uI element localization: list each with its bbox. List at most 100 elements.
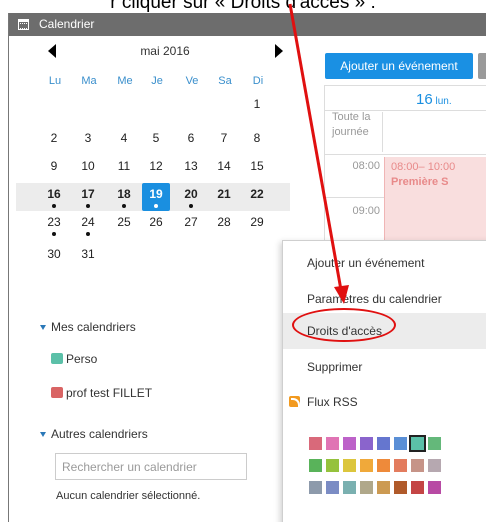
color-swatch[interactable] xyxy=(377,459,390,472)
calendar-day[interactable]: 14 xyxy=(210,155,238,183)
other-calendars-header[interactable]: Autres calendriers xyxy=(40,427,148,441)
day-number: 26 xyxy=(149,215,163,229)
day-number: 25 xyxy=(117,215,131,229)
next-month-icon[interactable] xyxy=(275,44,283,58)
calendar-context-menu: Ajouter un événement Paramètres du calen… xyxy=(282,240,486,522)
calendar-day[interactable]: 10 xyxy=(74,155,102,183)
calendar-day[interactable]: 5 xyxy=(142,127,170,155)
weekday-label: Ma xyxy=(81,75,97,87)
calendar-day[interactable]: 26 xyxy=(142,211,170,239)
calendar-day[interactable]: 18 xyxy=(110,183,138,211)
color-swatch[interactable] xyxy=(428,437,441,450)
day-number: 4 xyxy=(120,131,128,145)
calendar-day[interactable]: 31 xyxy=(74,243,102,271)
weekday-label: Me xyxy=(117,75,133,87)
color-swatch[interactable] xyxy=(326,459,339,472)
hour-label: 08:00 xyxy=(352,160,380,172)
color-swatch[interactable] xyxy=(360,437,373,450)
calendar-week-row: 9 10 11 12 13 14 15 xyxy=(16,155,290,183)
event-time: 08:00– 10:00 xyxy=(391,161,456,173)
color-swatch[interactable] xyxy=(309,459,322,472)
calendar-day[interactable]: 20 xyxy=(177,183,205,211)
my-calendars-header[interactable]: Mes calendriers xyxy=(40,320,136,334)
rss-icon xyxy=(289,396,300,407)
day-number: 15 xyxy=(250,159,264,173)
menu-item-delete[interactable]: Supprimer xyxy=(283,349,486,385)
event-dot xyxy=(86,232,90,236)
calendar-day[interactable]: 13 xyxy=(177,155,205,183)
day-number: 7 xyxy=(220,131,228,145)
event-dot xyxy=(52,232,56,236)
menu-item-rss-feed[interactable]: Flux RSS xyxy=(283,384,486,420)
calendar-item-prof-test[interactable]: prof test FILLET xyxy=(51,386,152,400)
other-calendars-label: Autres calendriers xyxy=(51,427,148,441)
color-swatch[interactable] xyxy=(394,481,407,494)
calendar-day[interactable]: 6 xyxy=(177,127,205,155)
calendar-day[interactable]: 23 xyxy=(40,211,68,239)
calendar-day[interactable]: 27 xyxy=(177,211,205,239)
color-swatch[interactable] xyxy=(394,459,407,472)
calendar-day[interactable]: 11 xyxy=(110,155,138,183)
color-swatch[interactable] xyxy=(409,435,426,452)
day-number: 17 xyxy=(81,187,95,201)
calendar-day[interactable]: 2 xyxy=(40,127,68,155)
color-swatch[interactable] xyxy=(411,481,424,494)
calendar-day[interactable]: 24 xyxy=(74,211,102,239)
calendar-day[interactable]: 15 xyxy=(243,155,271,183)
calendar-day[interactable]: 1 xyxy=(243,93,271,121)
calendar-day[interactable]: 25 xyxy=(110,211,138,239)
calendar-day[interactable]: 3 xyxy=(74,127,102,155)
day-number: 19 xyxy=(149,187,163,201)
day-number: 9 xyxy=(50,159,58,173)
color-swatch[interactable] xyxy=(326,437,339,450)
calendar-day[interactable]: 12 xyxy=(142,155,170,183)
color-swatch[interactable] xyxy=(326,481,339,494)
color-swatch[interactable] xyxy=(411,459,424,472)
calendar-day[interactable]: 29 xyxy=(243,211,271,239)
calendar-day[interactable]: 19 xyxy=(142,183,170,211)
calendar-day[interactable]: 16 xyxy=(40,183,68,211)
color-swatch[interactable] xyxy=(377,481,390,494)
menu-item-add-event[interactable]: Ajouter un événement xyxy=(283,245,486,281)
window-title: Calendrier xyxy=(39,17,95,31)
calendar-day[interactable]: 17 xyxy=(74,183,102,211)
day-number: 29 xyxy=(250,215,264,229)
color-swatch[interactable] xyxy=(360,459,373,472)
window-header: Calendrier xyxy=(9,13,486,36)
color-swatch[interactable] xyxy=(428,481,441,494)
month-label: mai 2016 xyxy=(140,44,190,58)
calendar-day[interactable]: 8 xyxy=(243,127,271,155)
calendar-day[interactable]: 21 xyxy=(210,183,238,211)
color-swatch[interactable] xyxy=(360,481,373,494)
no-calendar-text: Aucun calendrier sélectionné. xyxy=(56,490,201,502)
weekday-label: Je xyxy=(151,75,163,87)
day-number: 30 xyxy=(47,247,61,261)
color-swatch[interactable] xyxy=(309,437,322,450)
event-title: Première S xyxy=(391,176,449,188)
calendar-search-input[interactable] xyxy=(55,453,247,480)
calendar-day[interactable]: 28 xyxy=(210,211,238,239)
toolbar-button[interactable] xyxy=(478,53,486,79)
calendar-day[interactable]: 30 xyxy=(40,243,68,271)
color-swatch[interactable] xyxy=(394,437,407,450)
color-swatch[interactable] xyxy=(343,437,356,450)
color-swatch[interactable] xyxy=(377,437,390,450)
calendar-day[interactable]: 4 xyxy=(110,127,138,155)
calendar-day[interactable]: 9 xyxy=(40,155,68,183)
color-swatch[interactable] xyxy=(309,481,322,494)
add-event-button[interactable]: Ajouter un événement xyxy=(325,53,473,79)
day-header[interactable]: 16 lun. xyxy=(416,91,452,108)
weekday-header: Lu Ma Me Je Ve Sa Di xyxy=(40,75,290,89)
calendar-item-label: Perso xyxy=(66,352,98,366)
color-swatch[interactable] xyxy=(428,459,441,472)
color-swatch[interactable] xyxy=(343,481,356,494)
color-swatch[interactable] xyxy=(343,459,356,472)
weekday-label: Lu xyxy=(48,75,62,87)
day-number: 6 xyxy=(187,131,195,145)
calendar-item-perso[interactable]: Perso xyxy=(51,352,97,366)
day-number: 16 xyxy=(47,187,61,201)
event-dot xyxy=(122,204,126,208)
day-number: 1 xyxy=(253,97,261,111)
calendar-day[interactable]: 22 xyxy=(243,183,271,211)
calendar-day[interactable]: 7 xyxy=(210,127,238,155)
